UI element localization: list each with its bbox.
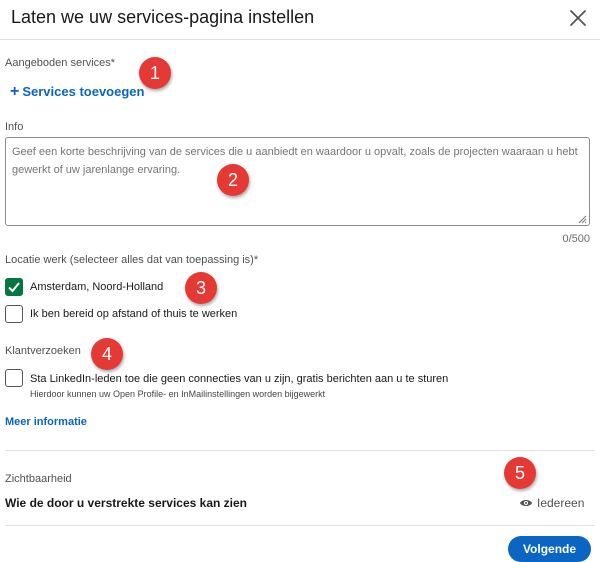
add-services-link[interactable]: + Services toevoegen <box>10 83 144 101</box>
plus-icon: + <box>10 83 20 100</box>
checkbox-amsterdam[interactable] <box>5 278 23 296</box>
dialog-title: Laten we uw services-pagina instellen <box>11 7 315 27</box>
visibility-label: Zichtbaarheid <box>5 473 72 485</box>
checkbox-client-requests[interactable] <box>5 369 23 387</box>
info-label: Info <box>5 121 24 133</box>
requests-option-sub: Hierdoor kunnen uw Open Profile- en InMa… <box>30 389 326 399</box>
close-icon <box>570 10 586 26</box>
resize-grip-icon[interactable] <box>577 214 587 224</box>
annotation-badge: 2 <box>217 164 249 196</box>
annotation-badge: 1 <box>139 57 171 89</box>
eye-icon <box>520 500 532 506</box>
requests-label: Klantverzoeken <box>5 345 81 357</box>
location-option-label[interactable]: Amsterdam, Noord-Holland <box>30 281 163 293</box>
services-label: Aangeboden services* <box>5 57 116 69</box>
more-info-link[interactable]: Meer informatie <box>5 416 87 428</box>
section-divider <box>5 450 595 451</box>
add-services-label: Services toevoegen <box>22 84 145 99</box>
requests-option-label[interactable]: Sta LinkedIn-leden toe die geen connecti… <box>30 373 448 385</box>
checkbox-remote[interactable] <box>5 305 23 323</box>
location-label: Locatie werk (selecteer alles dat van to… <box>5 254 259 266</box>
footer-divider <box>5 525 595 526</box>
close-button[interactable] <box>566 6 590 30</box>
annotation-badge: 5 <box>504 457 536 489</box>
info-textarea[interactable] <box>5 137 590 226</box>
visibility-selector[interactable]: Iedereen <box>519 496 584 510</box>
char-counter: 0/500 <box>562 233 590 245</box>
annotation-badge: 3 <box>185 272 217 304</box>
visibility-value: Iedereen <box>537 496 585 510</box>
dialog-header: Laten we uw services-pagina instellen <box>0 0 600 40</box>
next-button[interactable]: Volgende <box>508 536 591 562</box>
visibility-title: Wie de door u verstrekte services kan zi… <box>5 496 247 510</box>
annotation-badge: 4 <box>91 338 123 370</box>
checkmark-icon <box>8 282 20 293</box>
location-option-label[interactable]: Ik ben bereid op afstand of thuis te wer… <box>30 308 237 320</box>
